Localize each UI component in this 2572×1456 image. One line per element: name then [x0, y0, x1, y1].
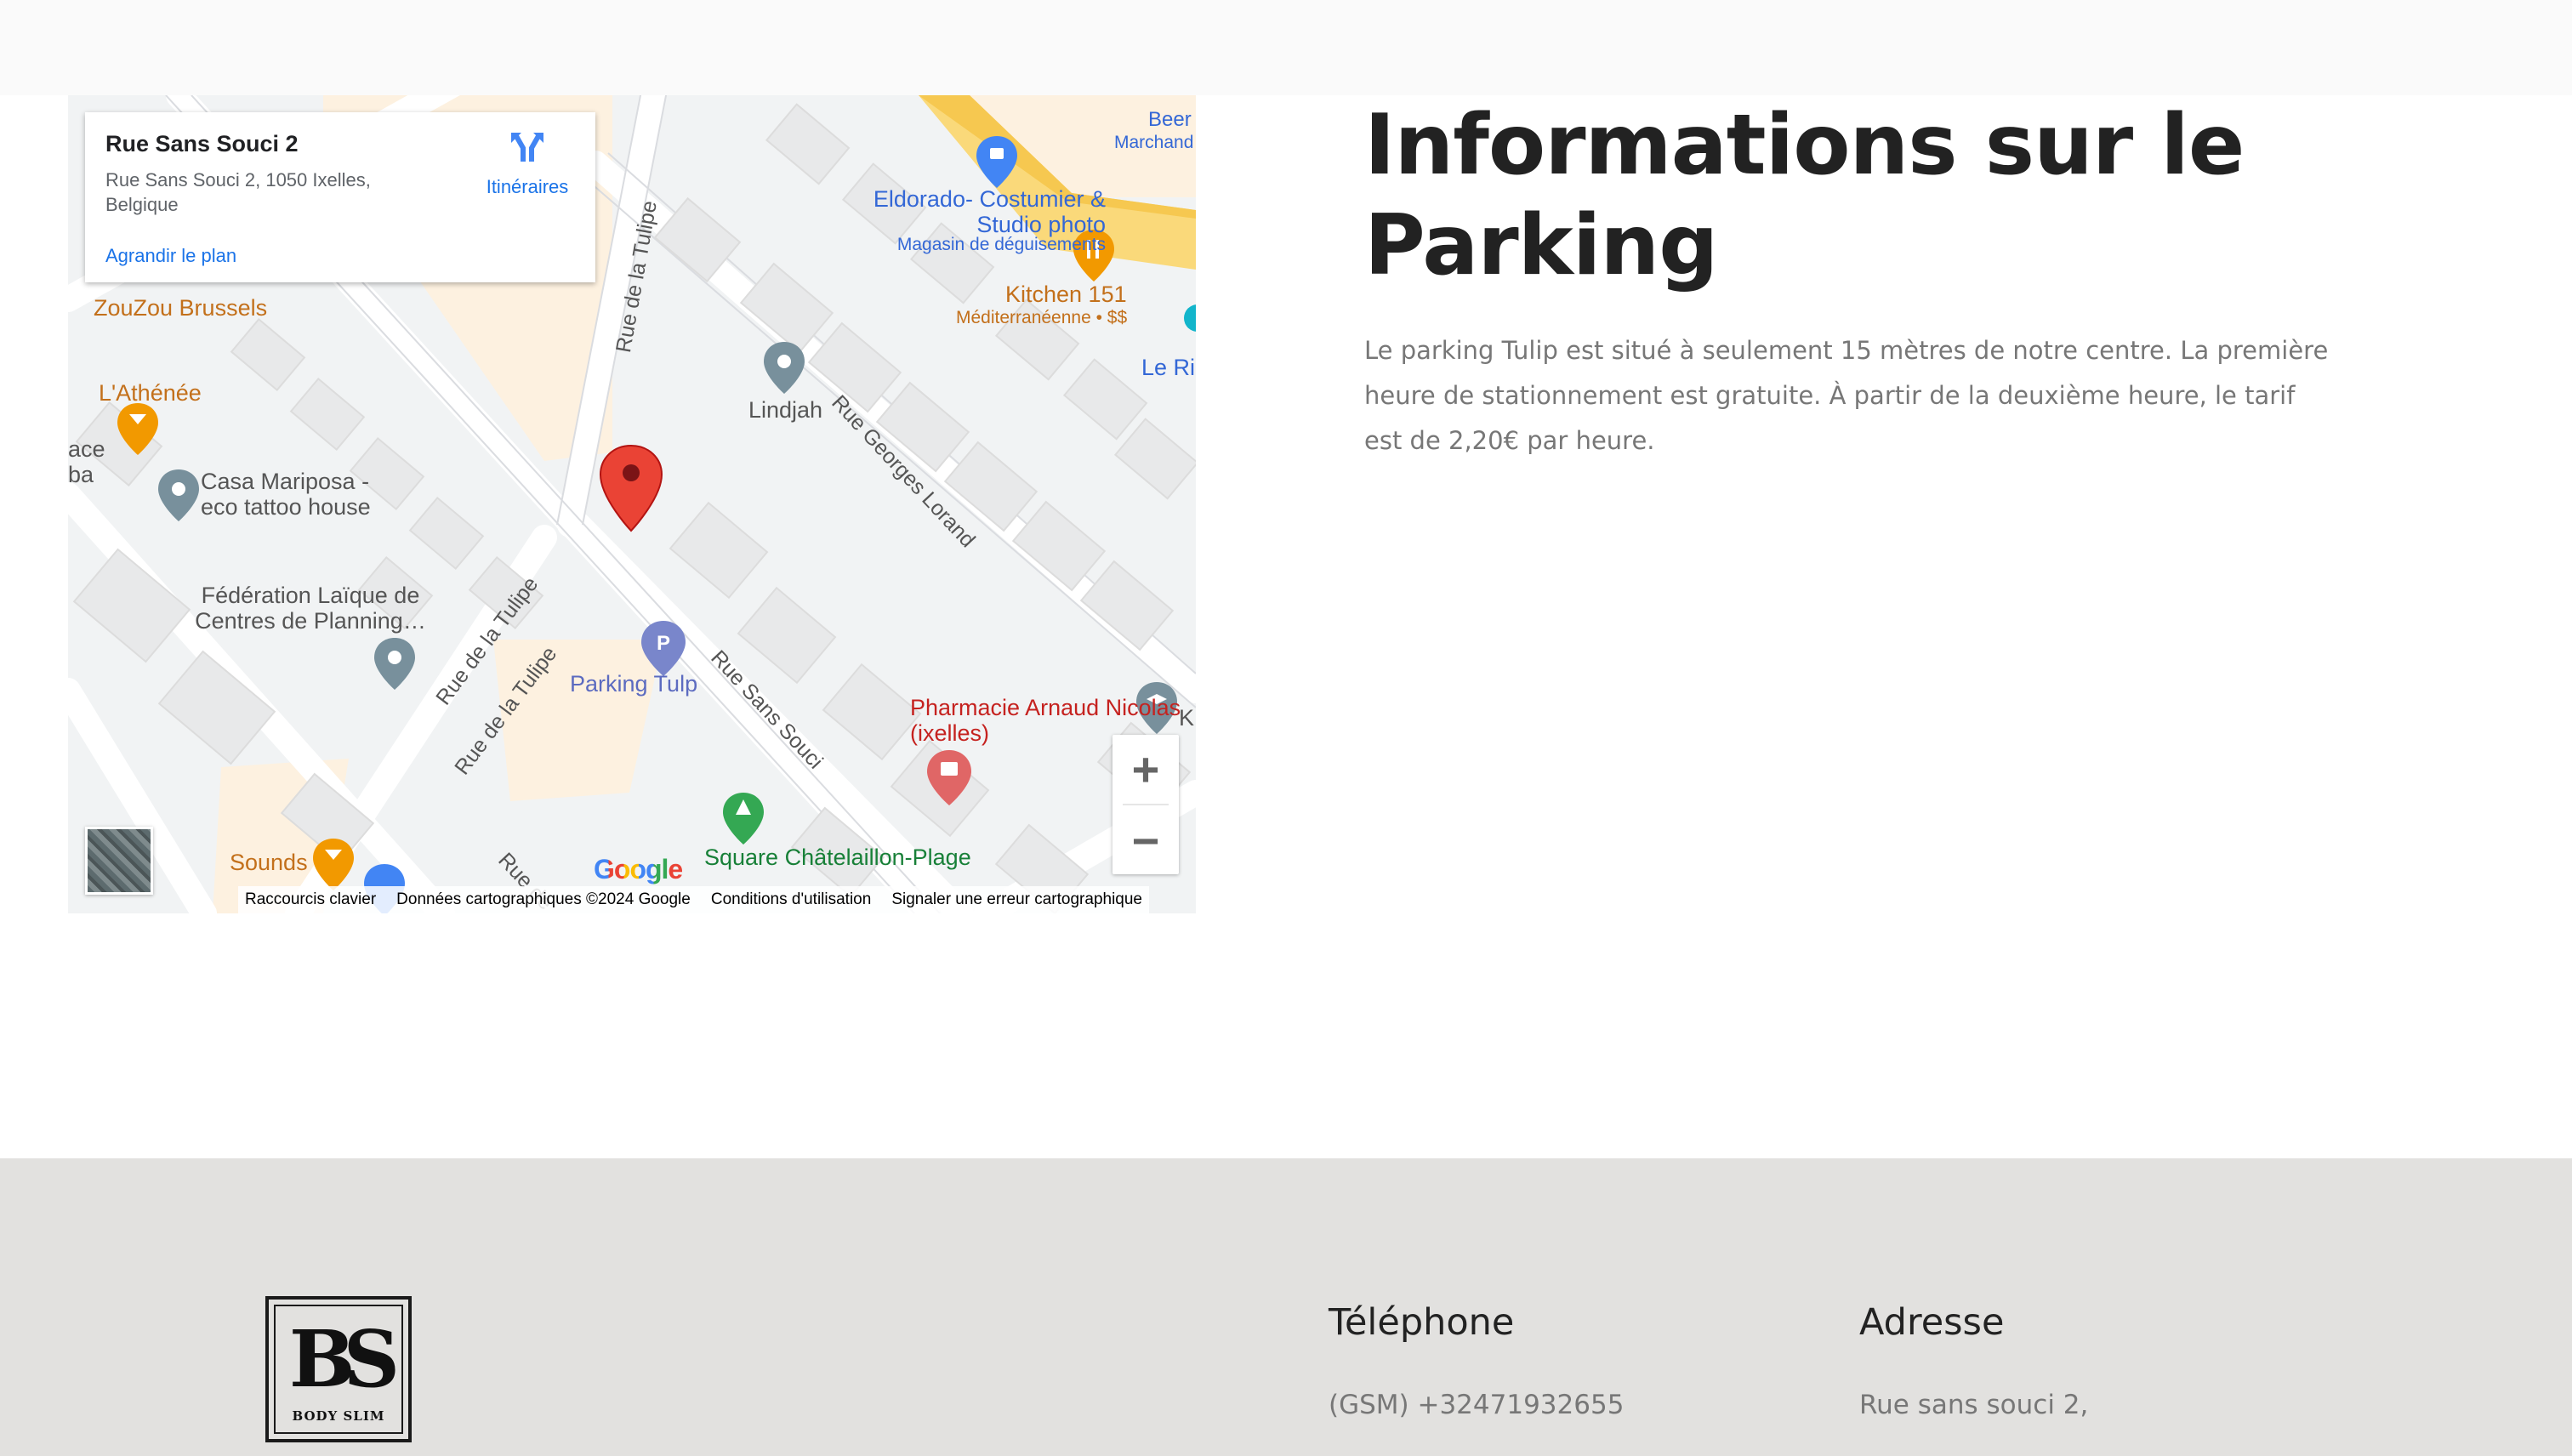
zoom-divider: [1123, 804, 1169, 805]
body-slim-logo[interactable]: BS BODY SLIM: [265, 1296, 412, 1442]
report-error-link[interactable]: Signaler une erreur cartographique: [891, 890, 1142, 909]
map-info-card: Rue Sans Souci 2 Rue Sans Souci 2, 1050 …: [85, 112, 595, 282]
poi-label-marchand: Marchand: [1114, 133, 1194, 152]
logo-monogram: BS: [288, 1313, 400, 1405]
poi-label-casa-mariposa[interactable]: Casa Mariposa - eco tattoo house: [201, 469, 405, 520]
phone-heading: Téléphone: [1329, 1301, 1515, 1344]
poi-label-square[interactable]: Square Châtelaillon-Plage: [704, 845, 971, 871]
zoom-in-button[interactable]: +: [1112, 735, 1179, 803]
logo-wordmark: BODY SLIM: [292, 1408, 385, 1424]
poi-label-lindjah[interactable]: Lindjah: [748, 397, 822, 424]
layers-icon[interactable]: [85, 827, 153, 895]
poi-label-kitchen-sub: Méditerranéenne • $$: [956, 308, 1128, 327]
address-value: Rue sans souci 2,: [1859, 1390, 2089, 1420]
footer: BS BODY SLIM Téléphone (GSM) +3247193265…: [0, 1158, 2572, 1456]
svg-text:P: P: [657, 632, 670, 655]
info-card-title: Rue Sans Souci 2: [105, 131, 299, 156]
poi-label-k: K: [1179, 705, 1195, 731]
poi-label-eldorado-sub: Magasin de déguisements: [896, 235, 1106, 254]
keyboard-shortcuts-link[interactable]: Raccourcis clavier: [245, 890, 376, 909]
poi-label-federation[interactable]: Fédération Laïque de Centres de Planning…: [170, 583, 451, 634]
zoom-out-button[interactable]: −: [1112, 806, 1179, 874]
directions-button[interactable]: Itinéraires: [468, 128, 587, 198]
address-heading: Adresse: [1859, 1301, 2005, 1344]
poi-label-zouzou[interactable]: ZouZou Brussels: [94, 295, 267, 321]
poi-label-eldorado[interactable]: Eldorado- Costumier & Studio photo: [817, 186, 1106, 237]
directions-label: Itinéraires: [486, 176, 569, 197]
enlarge-map-link[interactable]: Agrandir le plan: [105, 245, 236, 267]
directions-icon: [511, 133, 543, 162]
parking-info-text: Le parking Tulip est situé à seulement 1…: [1364, 336, 2329, 455]
poi-label-kitchen[interactable]: Kitchen 151: [1005, 282, 1127, 308]
poi-label-athenee[interactable]: L'Athénée: [99, 380, 202, 407]
map-data-attribution: Données cartographiques ©2024 Google: [396, 890, 691, 908]
google-logo-text: Google: [594, 854, 683, 884]
parking-info-heading: Informations sur le Parking: [1364, 97, 2245, 294]
top-header-bar: [0, 0, 2572, 95]
google-logo: Google: [594, 854, 683, 885]
poi-label-place-2: ba: [68, 462, 94, 487]
logo-inner-frame: BS BODY SLIM: [274, 1305, 403, 1434]
poi-label-place: ace: [68, 436, 105, 462]
poi-label-le-ri[interactable]: Le Ri: [1141, 355, 1195, 381]
zoom-controls: + −: [1112, 735, 1179, 874]
poi-label-sounds[interactable]: Sounds: [230, 850, 308, 876]
poi-label-parking-tulp[interactable]: Parking Tulp: [570, 671, 697, 697]
map-attribution-bar: Raccourcis clavier Données cartographiqu…: [238, 886, 1149, 913]
terms-of-use-link[interactable]: Conditions d'utilisation: [711, 890, 871, 909]
poi-label-beer[interactable]: Beer: [1148, 108, 1192, 131]
info-card-address: Rue Sans Souci 2, 1050 Ixelles, Belgique: [105, 169, 371, 215]
phone-value[interactable]: (GSM) +32471932655: [1329, 1390, 1624, 1420]
embedded-map[interactable]: P Rue de la Tulipe Rue Georges Lorand Ru…: [68, 95, 1196, 913]
